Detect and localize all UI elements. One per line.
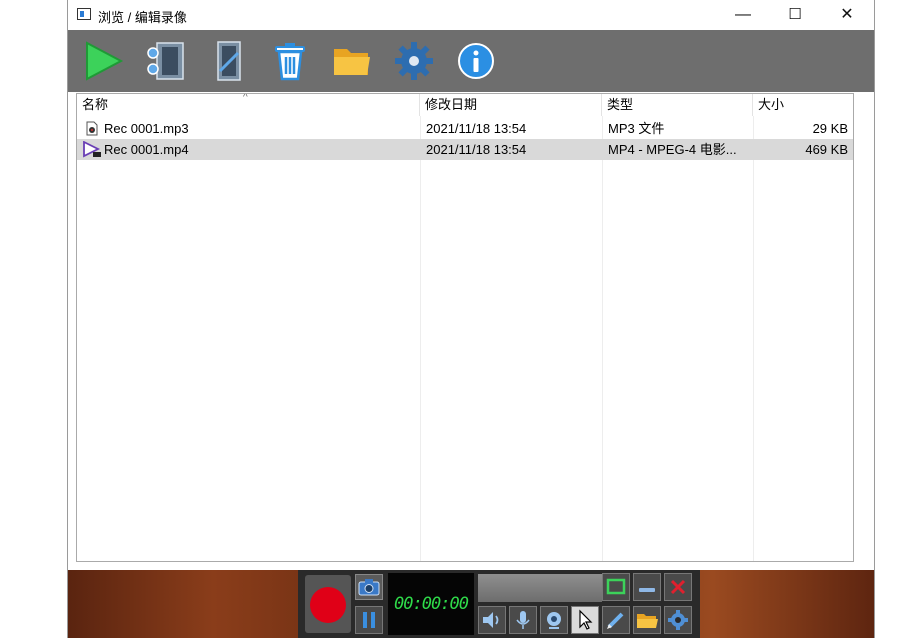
record-icon [310,587,346,623]
file-row[interactable]: Rec 0001.mp3 2021/11/18 13:54 MP3 文件 29 … [77,118,853,139]
recorder-settings-button[interactable] [664,606,692,634]
column-header-type[interactable]: 类型 [602,94,753,116]
column-divider [420,116,421,561]
file-name: Rec 0001.mp4 [104,142,189,157]
camera-icon [358,579,380,596]
column-divider [753,116,754,561]
file-size: 469 KB [805,142,848,157]
region-button[interactable] [602,573,630,601]
title-bar: 浏览 / 编辑录像 — ☐ ✕ [68,0,874,30]
speaker-button[interactable] [478,606,506,634]
speaker-icon [483,612,499,628]
window-title: 浏览 / 编辑录像 [98,10,187,25]
column-header-date[interactable]: 修改日期 [420,94,602,116]
video-file-icon [83,141,101,158]
minimize-icon [639,588,655,592]
pencil-icon [607,612,624,629]
pause-icon [363,612,375,628]
play-button[interactable] [81,39,125,83]
file-list: 名称 ^ 修改日期 类型 大小 Rec 0001.mp3 2021/11/18 … [76,93,854,562]
maximize-button[interactable]: ☐ [772,0,818,30]
file-type: MP3 文件 [608,121,665,136]
file-type: MP4 - MPEG-4 电影... [608,142,737,157]
folder-icon [334,49,370,75]
recorder-bar: 00:00:00 [68,570,874,638]
recorder-folder-button[interactable] [633,606,661,634]
microphone-icon [516,611,530,629]
draw-button[interactable] [602,606,630,634]
recording-timer: 00:00:00 [388,573,474,635]
close-icon [670,579,686,595]
column-header-name[interactable]: 名称 [77,94,420,116]
close-button[interactable]: ✕ [824,0,870,30]
app-icon [77,8,91,20]
sort-indicator: ^ [243,93,248,103]
pause-button[interactable] [355,606,383,634]
info-button[interactable] [454,39,498,83]
settings-icon [668,610,688,630]
delete-icon [275,43,305,81]
screenshot-button[interactable] [355,574,383,600]
cut-video-button[interactable] [144,39,188,83]
info-icon [458,43,494,79]
file-date: 2021/11/18 13:54 [426,121,527,136]
webcam-icon [547,612,561,629]
blurred-region [478,574,602,602]
close-recorder-button[interactable] [664,573,692,601]
folder-icon [637,614,658,628]
microphone-button[interactable] [509,606,537,634]
minimize-recorder-button[interactable] [633,573,661,601]
file-name: Rec 0001.mp3 [104,121,189,136]
settings-button[interactable] [392,39,436,83]
edit-video-button[interactable] [206,39,250,83]
cursor-button[interactable] [571,606,599,634]
record-button[interactable] [305,575,351,633]
file-size: 29 KB [812,121,848,136]
browse-edit-window: 浏览 / 编辑录像 — ☐ ✕ 名称 ^ 修改日期 类型 大小 Rec 0001… [67,0,875,638]
cut-film-icon [147,42,184,80]
column-divider [602,116,603,561]
edit-film-icon [217,41,241,81]
toolbar [68,30,874,92]
settings-icon [395,42,433,80]
webcam-button[interactable] [540,606,568,634]
cursor-icon [579,609,593,630]
delete-button[interactable] [268,39,312,83]
column-header-size[interactable]: 大小 [753,94,853,116]
file-row-selected[interactable]: Rec 0001.mp4 2021/11/18 13:54 MP4 - MPEG… [77,139,853,160]
open-folder-button[interactable] [330,39,374,83]
minimize-button[interactable]: — [720,0,766,30]
rectangle-region-icon [606,578,626,595]
audio-file-icon [86,121,98,136]
file-date: 2021/11/18 13:54 [426,142,527,157]
recorder-panel: 00:00:00 [298,570,700,638]
play-icon [86,41,124,81]
